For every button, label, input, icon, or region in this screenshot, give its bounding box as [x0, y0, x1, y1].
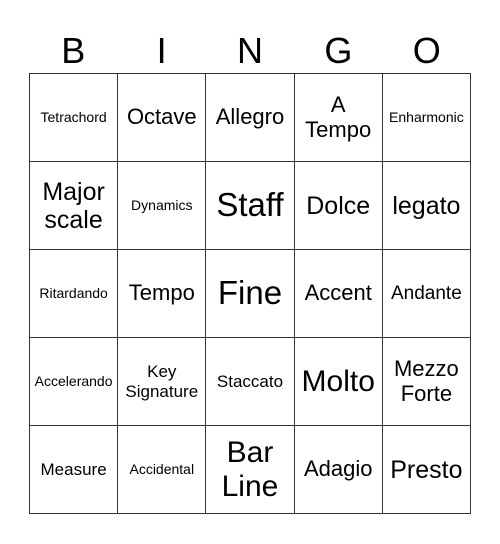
bingo-cell[interactable]: Ritardando — [30, 250, 119, 338]
bingo-cell[interactable]: Tempo — [118, 250, 207, 338]
bingo-cell[interactable]: Dolce — [294, 162, 383, 250]
bingo-cell[interactable]: Octave — [118, 74, 207, 162]
cell-label: Measure — [40, 459, 107, 479]
cell-label: Accidental — [129, 460, 195, 477]
cell-label: Key Signature — [125, 362, 199, 401]
cell-label: Fine — [217, 274, 283, 312]
cell-label: Major scale — [42, 177, 105, 234]
header-letter-g: G — [324, 30, 353, 71]
bingo-cell[interactable]: Major scale — [30, 162, 119, 250]
cell-label: Andante — [390, 282, 462, 304]
bingo-cell[interactable]: Accelerando — [30, 338, 119, 426]
bingo-cell[interactable]: Bar Line — [206, 426, 295, 514]
bingo-cell[interactable]: Enharmonic — [382, 74, 471, 162]
bingo-cell[interactable]: Measure — [30, 426, 119, 514]
cell-label: Presto — [390, 455, 463, 484]
bingo-cell[interactable]: Accidental — [118, 426, 207, 514]
cell-label: Ritardando — [39, 284, 108, 301]
bingo-cell[interactable]: Molto — [294, 338, 383, 426]
cell-label: Bar Line — [221, 435, 279, 503]
bingo-cell[interactable]: Fine — [206, 250, 295, 338]
bingo-cell[interactable]: legato — [382, 162, 471, 250]
cell-label: Allegro — [215, 104, 285, 130]
header-letter-n: N — [236, 30, 263, 71]
cell-label: Tempo — [128, 280, 195, 306]
header-letter-b: B — [61, 30, 86, 71]
bingo-header: B I N G O — [29, 30, 471, 72]
bingo-board: Tetrachord Octave Allegro A Tempo Enharm… — [29, 73, 471, 514]
cell-label: Enharmonic — [389, 108, 464, 125]
bingo-cell[interactable]: Presto — [382, 426, 471, 514]
cell-label: Staff — [216, 186, 284, 224]
bingo-cell[interactable]: Key Signature — [118, 338, 207, 426]
cell-label: Octave — [126, 104, 197, 130]
bingo-cell[interactable]: Allegro — [206, 74, 295, 162]
header-letter-o: O — [412, 30, 441, 71]
cell-label: A Tempo — [305, 91, 372, 142]
bingo-cell[interactable]: Mezzo Forte — [382, 338, 471, 426]
bingo-cell[interactable]: Staff — [206, 162, 295, 250]
cell-label: Mezzo Forte — [393, 355, 459, 406]
cell-label: Molto — [301, 364, 375, 398]
cell-label: Accent — [304, 280, 372, 306]
cell-label: Dolce — [306, 191, 371, 220]
bingo-cell[interactable]: Adagio — [294, 426, 383, 514]
bingo-cell[interactable]: A Tempo — [294, 74, 383, 162]
bingo-cell[interactable]: Andante — [382, 250, 471, 338]
bingo-cell[interactable]: Accent — [294, 250, 383, 338]
cell-label: Tetrachord — [40, 108, 107, 125]
cell-label: legato — [392, 191, 461, 220]
bingo-cell[interactable]: Dynamics — [118, 162, 207, 250]
bingo-cell[interactable]: Tetrachord — [30, 74, 119, 162]
header-letter-i: I — [156, 30, 167, 71]
cell-label: Dynamics — [131, 196, 193, 213]
cell-label: Staccato — [216, 371, 284, 391]
cell-label: Adagio — [303, 456, 373, 482]
cell-label: Accelerando — [34, 372, 113, 389]
bingo-cell[interactable]: Staccato — [206, 338, 295, 426]
